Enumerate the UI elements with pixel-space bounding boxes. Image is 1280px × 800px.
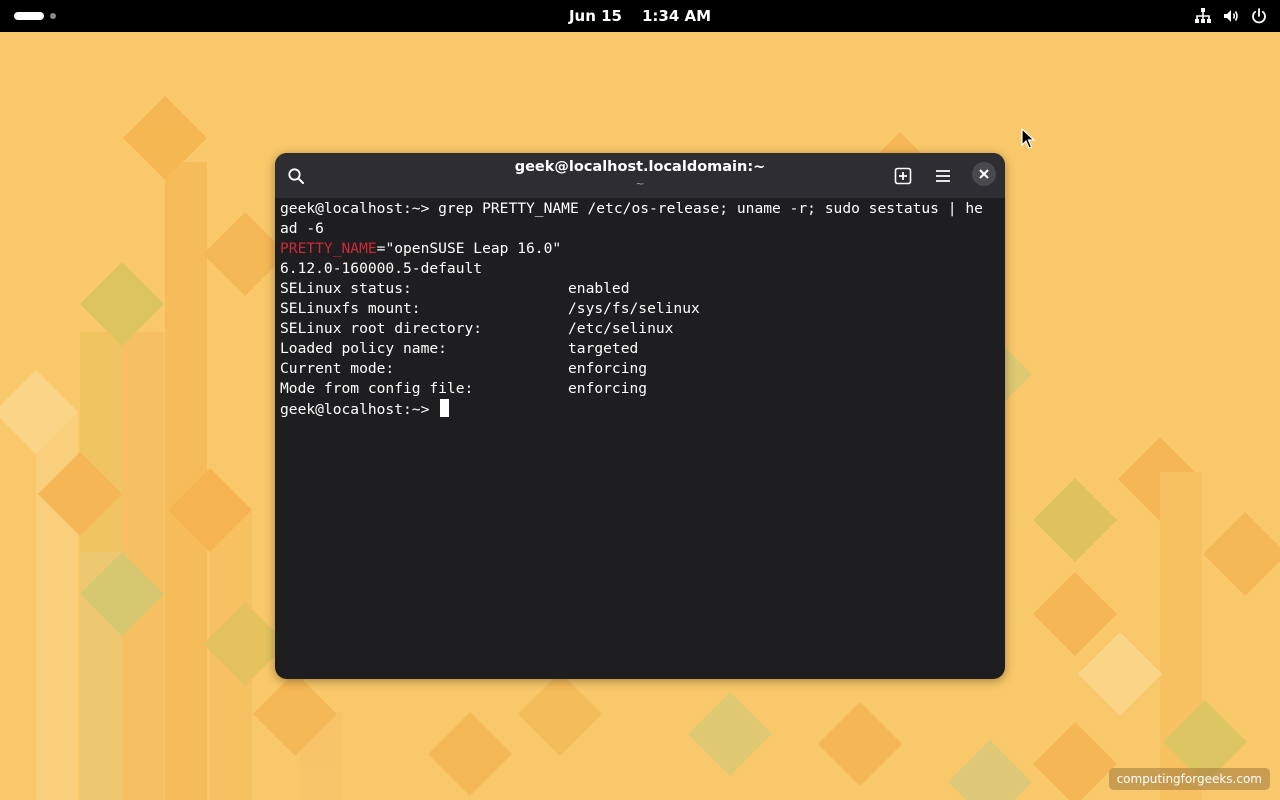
sestatus-value: /sys/fs/selinux bbox=[568, 300, 700, 317]
terminal-window[interactable]: geek@localhost.localdomain:~ ~ geek@loca… bbox=[275, 153, 1005, 679]
sestatus-label: Mode from config file: bbox=[280, 380, 474, 397]
clock-time: 1:34 AM bbox=[641, 7, 712, 25]
sestatus-value: /etc/selinux bbox=[568, 320, 674, 337]
power-icon[interactable] bbox=[1250, 7, 1268, 25]
close-button[interactable] bbox=[972, 162, 996, 186]
clock-date: Jun 15 bbox=[568, 7, 622, 25]
pretty-name-value: ="openSUSE Leap 16.0" bbox=[376, 240, 562, 257]
text-cursor bbox=[440, 399, 450, 417]
os-release-line: PRETTY_NAME="openSUSE Leap 16.0" bbox=[280, 239, 1002, 259]
sestatus-label: SELinuxfs mount: bbox=[280, 300, 421, 317]
sestatus-label: SELinux status: bbox=[280, 280, 412, 297]
menu-icon[interactable] bbox=[931, 164, 955, 188]
sestatus-row: Mode from config file: enforcing bbox=[280, 379, 1002, 399]
sestatus-row: SELinux root directory: /etc/selinux bbox=[280, 319, 1002, 339]
sestatus-row: Current mode: enforcing bbox=[280, 359, 1002, 379]
top-bar: Jun 15 1:34 AM bbox=[0, 0, 1280, 32]
sestatus-value: enforcing bbox=[568, 380, 648, 397]
sestatus-value: enforcing bbox=[568, 360, 648, 377]
sestatus-row: SELinuxfs mount: /sys/fs/selinux bbox=[280, 299, 1002, 319]
command-line-wrap: ad -6 bbox=[280, 220, 324, 237]
new-tab-icon[interactable] bbox=[891, 164, 915, 188]
close-icon bbox=[979, 169, 989, 179]
grep-match: PRETTY_NAME bbox=[280, 240, 377, 257]
sestatus-label: Loaded policy name: bbox=[280, 340, 447, 357]
system-tray[interactable] bbox=[1194, 6, 1268, 26]
volume-icon[interactable] bbox=[1222, 7, 1240, 25]
watermark: computingforgeeks.com bbox=[1108, 768, 1270, 790]
sestatus-label: Current mode: bbox=[280, 360, 395, 377]
sestatus-row: SELinux status: enabled bbox=[280, 279, 1002, 299]
sestatus-value: enabled bbox=[568, 280, 630, 297]
clock[interactable]: Jun 15 1:34 AM bbox=[0, 0, 1280, 32]
sestatus-value: targeted bbox=[568, 340, 639, 357]
kernel-version-line: 6.12.0-160000.5-default bbox=[280, 260, 483, 277]
sestatus-row: Loaded policy name: targeted bbox=[280, 339, 1002, 359]
command-line: geek@localhost:~> grep PRETTY_NAME /etc/… bbox=[280, 200, 983, 217]
terminal-output[interactable]: geek@localhost:~> grep PRETTY_NAME /etc/… bbox=[280, 199, 1002, 419]
shell-prompt: geek@localhost:~> bbox=[280, 401, 439, 418]
mouse-pointer-icon bbox=[1021, 128, 1035, 149]
sestatus-label: SELinux root directory: bbox=[280, 320, 483, 337]
network-icon[interactable] bbox=[1194, 7, 1212, 25]
prompt-line[interactable]: geek@localhost:~> bbox=[280, 399, 1002, 419]
terminal-headerbar[interactable]: geek@localhost.localdomain:~ ~ bbox=[275, 153, 1005, 198]
